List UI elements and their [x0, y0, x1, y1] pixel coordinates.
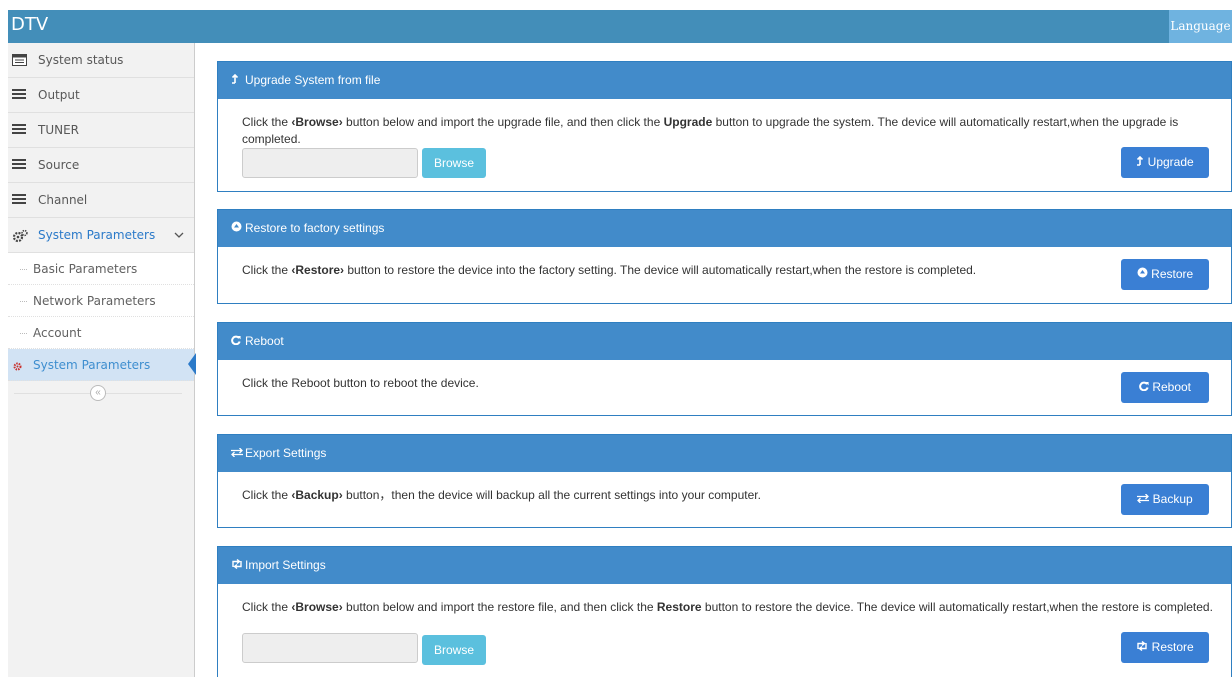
upgrade-file-input[interactable]: [242, 148, 418, 178]
panel-body: Click the ‹Backup› button，then the devic…: [218, 472, 1231, 504]
refresh-icon: [231, 323, 243, 360]
upgrade-button[interactable]: Upgrade: [1121, 147, 1209, 178]
sidebar-item-label: Source: [38, 158, 80, 172]
active-indicator-arrow: [188, 353, 196, 375]
exchange-icon: [1137, 492, 1152, 506]
menu-icon: [12, 194, 27, 206]
description-text: button below and import the upgrade file…: [342, 115, 664, 129]
panel-body: Click the ‹Browse› button below and impo…: [218, 584, 1231, 616]
description-text: button below and import the restore file…: [342, 600, 657, 614]
sidebar-item-label: System status: [38, 53, 124, 67]
import-restore-button[interactable]: Restore: [1121, 632, 1209, 663]
sidebar-item-system-status[interactable]: System status: [8, 43, 194, 78]
button-label: Upgrade: [1147, 155, 1194, 169]
sidebar-item-label: Output: [38, 88, 80, 102]
sidebar-subitem-label: Network Parameters: [33, 294, 156, 308]
sidebar-item-label: System Parameters: [38, 228, 156, 242]
brand-title: DTV: [11, 14, 49, 35]
sidebar-subitem-network-parameters[interactable]: Network Parameters: [8, 285, 194, 317]
import-browse-button[interactable]: Browse: [422, 635, 486, 665]
sidebar-subitem-account[interactable]: Account: [8, 317, 194, 349]
upload-icon: [1136, 155, 1147, 169]
panel-title: Restore to factory settings: [245, 221, 385, 235]
restore-factory-button[interactable]: Restore: [1121, 259, 1209, 290]
menu-icon: [12, 89, 27, 101]
restore-factory-panel: Restore to factory settings Click the ‹R…: [217, 209, 1232, 304]
panel-header: Import Settings: [218, 547, 1231, 584]
sidebar: System status Output TUNER Source Channe…: [8, 43, 196, 677]
description-bold: Restore: [656, 600, 702, 614]
reboot-button[interactable]: Reboot: [1121, 372, 1209, 403]
sidebar-subitem-label: Account: [33, 326, 82, 340]
sidebar-collapse-row: «: [8, 381, 194, 405]
panel-header: Restore to factory settings: [218, 210, 1231, 247]
upgrade-panel: Upgrade System from file Click the ‹Brow…: [217, 61, 1232, 192]
description-bold: ‹Browse›: [291, 115, 343, 129]
description-text: Click the: [242, 600, 292, 614]
sidebar-subitem-label: Basic Parameters: [33, 262, 138, 276]
panel-header: Upgrade System from file: [218, 62, 1231, 99]
description-bold: Upgrade: [663, 115, 713, 129]
panel-title: Import Settings: [245, 558, 326, 572]
sidebar-item-label: Channel: [38, 193, 88, 207]
menu-icon: [12, 124, 27, 136]
sidebar-item-system-parameters[interactable]: System Parameters: [8, 218, 194, 253]
sidebar-subitem-basic-parameters[interactable]: Basic Parameters: [8, 253, 194, 285]
panel-body: Click the Reboot button to reboot the de…: [218, 360, 1231, 392]
retweet-icon: [1136, 640, 1151, 654]
description-text: Click the: [242, 263, 292, 277]
description-text: Click the Reboot button to reboot the de…: [242, 376, 479, 390]
collapse-sidebar-icon[interactable]: «: [90, 385, 106, 401]
gear-icon: [13, 360, 22, 371]
description-bold: ‹Restore›: [291, 263, 345, 277]
list-icon: [12, 54, 27, 66]
export-settings-panel: Export Settings Click the ‹Backup› butto…: [217, 434, 1232, 528]
chevron-down-icon[interactable]: [174, 229, 184, 239]
gears-icon: [12, 229, 28, 243]
button-label: Restore: [1151, 267, 1194, 281]
refresh-icon: [1139, 380, 1152, 394]
reboot-panel: Reboot Click the Reboot button to reboot…: [217, 322, 1232, 416]
panel-title: Upgrade System from file: [245, 73, 381, 87]
description-text: Click the: [242, 488, 292, 502]
description-text: button，then the device will backup all t…: [342, 488, 761, 502]
panel-body: Click the ‹Restore› button to restore th…: [218, 247, 1231, 279]
language-button[interactable]: Language: [1169, 10, 1232, 43]
upgrade-browse-button[interactable]: Browse: [422, 148, 486, 178]
panel-title: Export Settings: [245, 446, 327, 460]
panel-header: Export Settings: [218, 435, 1231, 472]
description-text: button to restore the device. The device…: [701, 600, 1213, 614]
exchange-icon: [231, 435, 243, 472]
upload-icon: [231, 62, 243, 99]
sidebar-item-tuner[interactable]: TUNER: [8, 113, 194, 148]
sidebar-item-source[interactable]: Source: [8, 148, 194, 183]
button-label: Reboot: [1152, 380, 1192, 394]
description-bold: ‹Backup›: [291, 488, 343, 502]
backup-button[interactable]: Backup: [1121, 484, 1209, 515]
button-label: Backup: [1152, 492, 1193, 506]
menu-icon: [12, 159, 27, 171]
panel-body: Click the ‹Browse› button below and impo…: [218, 99, 1231, 148]
panel-title: Reboot: [245, 334, 284, 348]
sidebar-subitem-label: System Parameters: [33, 358, 151, 372]
description-text: Click the: [242, 115, 292, 129]
sidebar-subitem-system-parameters[interactable]: System Parameters: [8, 349, 196, 381]
description-text: button to restore the device into the fa…: [344, 263, 977, 277]
sidebar-item-output[interactable]: Output: [8, 78, 194, 113]
description-bold: ‹Browse›: [291, 600, 343, 614]
sidebar-item-channel[interactable]: Channel: [8, 183, 194, 218]
import-settings-panel: Import Settings Click the ‹Browse› butto…: [217, 546, 1232, 677]
panel-header: Reboot: [218, 323, 1231, 360]
button-label: Restore: [1151, 640, 1194, 654]
recycle-icon: [1137, 267, 1151, 281]
retweet-icon: [231, 547, 243, 584]
import-file-input[interactable]: [242, 633, 418, 663]
recycle-icon: [231, 210, 243, 247]
top-navbar: DTV Language: [8, 10, 1232, 43]
sidebar-item-label: TUNER: [38, 123, 80, 137]
